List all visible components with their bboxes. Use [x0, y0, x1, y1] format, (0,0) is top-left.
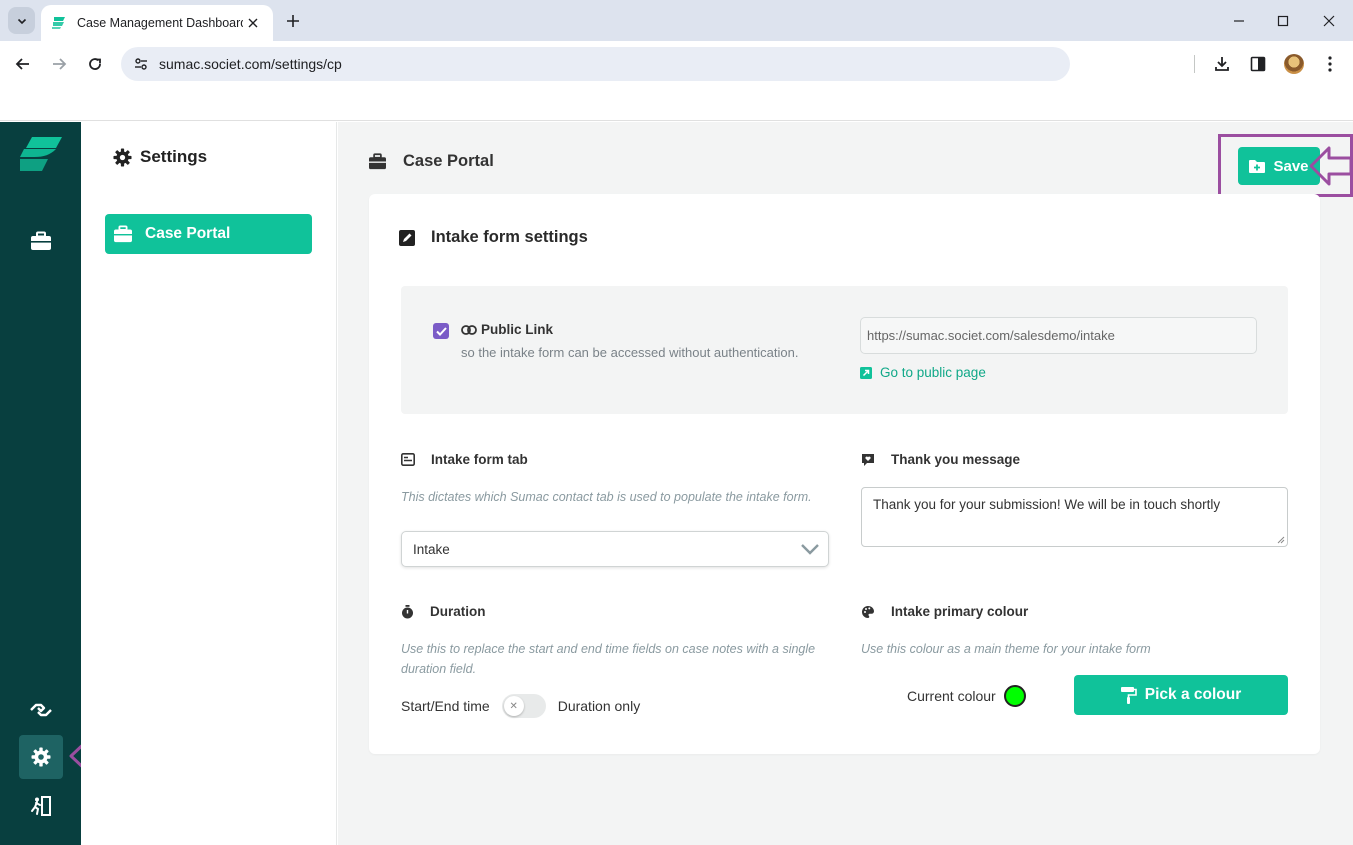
- public-link-subtitle: so the intake form can be accessed witho…: [461, 345, 799, 360]
- briefcase-icon: [369, 153, 386, 170]
- site-info-icon[interactable]: [131, 54, 151, 74]
- close-icon[interactable]: [243, 13, 263, 33]
- intake-tab-select[interactable]: Intake: [401, 531, 829, 567]
- page-header: Case Portal: [368, 152, 494, 171]
- forward-button[interactable]: [47, 52, 71, 76]
- colour-label-row: Intake primary colour: [861, 604, 1028, 619]
- comment-heart-icon: [862, 453, 874, 466]
- reload-icon: [89, 58, 101, 70]
- rail-handshake-button[interactable]: [19, 688, 63, 732]
- thank-you-textarea[interactable]: Thank you for your submission! We will b…: [861, 487, 1288, 547]
- minimize-icon: [1234, 20, 1244, 22]
- sidebar-item-case-portal[interactable]: Case Portal: [105, 214, 312, 254]
- browser-toolbar: sumac.societ.com/settings/cp: [0, 41, 1353, 121]
- duration-hint: Use this to replace the start and end ti…: [401, 642, 816, 676]
- rail-logout-button[interactable]: [19, 784, 63, 828]
- link-icon: [461, 324, 477, 335]
- edit-square-icon: [399, 229, 415, 246]
- thank-you-label-row: Thank you message: [861, 452, 1020, 467]
- intake-tab-hint: This dictates which Sumac contact tab is…: [401, 490, 812, 504]
- palette-icon: [862, 605, 874, 618]
- reload-button[interactable]: [83, 52, 107, 76]
- page-title: Case Portal: [403, 152, 494, 170]
- annotation-arrow-left: [1309, 146, 1353, 186]
- toolbar-divider: [1194, 55, 1195, 73]
- sumac-logo-icon: [52, 17, 65, 29]
- go-to-public-page-link[interactable]: Go to public page: [860, 365, 986, 380]
- address-bar[interactable]: sumac.societ.com/settings/cp: [121, 47, 1070, 81]
- intake-tab-selected: Intake: [413, 541, 450, 557]
- maximize-icon: [1277, 15, 1289, 27]
- main-content: Case Portal Save Intake form settings Pu…: [338, 122, 1353, 845]
- colour-label: Intake primary colour: [891, 604, 1029, 619]
- gear-icon: [31, 747, 51, 767]
- thank-you-text: Thank you for your submission! We will b…: [873, 497, 1221, 512]
- duration-only-label: Duration only: [557, 698, 641, 714]
- chevron-down-icon: [17, 18, 26, 24]
- form-tab-icon: [401, 453, 415, 466]
- handshake-icon: [30, 703, 52, 717]
- intake-tab-label: Intake form tab: [431, 452, 528, 467]
- maximize-button[interactable]: [1270, 8, 1296, 34]
- close-icon: [1323, 15, 1335, 27]
- check-icon: [435, 326, 447, 336]
- tab-title: Case Management Dashboard: [77, 16, 243, 30]
- rail-settings-button[interactable]: [19, 735, 63, 779]
- duration-toggle-row: Start/End time ✕ Duration only: [401, 694, 640, 718]
- public-link-title-row: Public Link: [461, 322, 553, 337]
- exit-door-icon: [31, 796, 51, 816]
- public-link-checkbox[interactable]: [433, 323, 449, 339]
- pick-colour-button[interactable]: Pick a colour: [1074, 675, 1288, 715]
- thank-you-label: Thank you message: [891, 452, 1021, 467]
- current-colour-row: Current colour: [907, 685, 1026, 707]
- sidebar-title: Settings: [140, 147, 208, 166]
- kebab-menu-icon[interactable]: [1318, 52, 1342, 76]
- tab-search-button[interactable]: [8, 7, 35, 34]
- chevron-down-icon: [801, 544, 819, 555]
- duration-label-row: Duration: [401, 604, 486, 619]
- current-colour-label: Current colour: [907, 688, 996, 704]
- arrow-left-icon: [15, 58, 29, 70]
- sidebar-header: Settings: [113, 147, 207, 167]
- minimize-button[interactable]: [1226, 8, 1252, 34]
- toggle-off-icon: ✕: [503, 696, 524, 716]
- back-button[interactable]: [11, 52, 35, 76]
- resize-grip-icon[interactable]: [1277, 536, 1285, 544]
- card-title: Intake form settings: [431, 228, 588, 246]
- arrow-right-icon: [53, 58, 67, 70]
- side-panel-icon[interactable]: [1246, 52, 1270, 76]
- duration-label: Duration: [430, 604, 486, 619]
- gear-icon: [113, 147, 132, 167]
- stopwatch-icon: [402, 604, 413, 618]
- settings-sidebar: Settings Case Portal: [81, 122, 337, 845]
- paint-roller-icon: [1120, 686, 1137, 704]
- duration-toggle[interactable]: ✕: [501, 694, 546, 718]
- url-text: sumac.societ.com/settings/cp: [159, 56, 342, 72]
- card-header: Intake form settings: [399, 228, 588, 247]
- browser-tab[interactable]: Case Management Dashboard: [41, 5, 273, 41]
- browser-tabstrip: Case Management Dashboard: [0, 0, 1353, 41]
- briefcase-icon: [31, 231, 51, 250]
- briefcase-icon: [114, 225, 132, 243]
- plus-icon: [287, 15, 299, 27]
- intake-settings-card: Intake form settings Public Link so the …: [369, 194, 1320, 754]
- external-link-icon: [860, 366, 872, 379]
- close-window-button[interactable]: [1316, 8, 1342, 34]
- current-colour-swatch: [1003, 685, 1026, 707]
- start-end-time-label: Start/End time: [401, 698, 490, 714]
- colour-hint: Use this colour as a main theme for your…: [861, 642, 1151, 656]
- pick-colour-label: Pick a colour: [1144, 686, 1242, 703]
- intake-tab-label-row: Intake form tab: [401, 452, 528, 467]
- download-icon[interactable]: [1210, 52, 1234, 76]
- rail-cases-button[interactable]: [19, 219, 63, 263]
- new-tab-button[interactable]: [282, 10, 304, 32]
- public-url-field[interactable]: https://sumac.societ.com/salesdemo/intak…: [860, 317, 1257, 354]
- go-to-public-page-label: Go to public page: [880, 365, 986, 380]
- sidebar-item-label: Case Portal: [145, 225, 231, 242]
- public-link-title: Public Link: [481, 322, 554, 337]
- sumac-logo-icon: [20, 137, 62, 171]
- profile-avatar[interactable]: [1284, 54, 1304, 74]
- public-link-panel: Public Link so the intake form can be ac…: [401, 286, 1288, 414]
